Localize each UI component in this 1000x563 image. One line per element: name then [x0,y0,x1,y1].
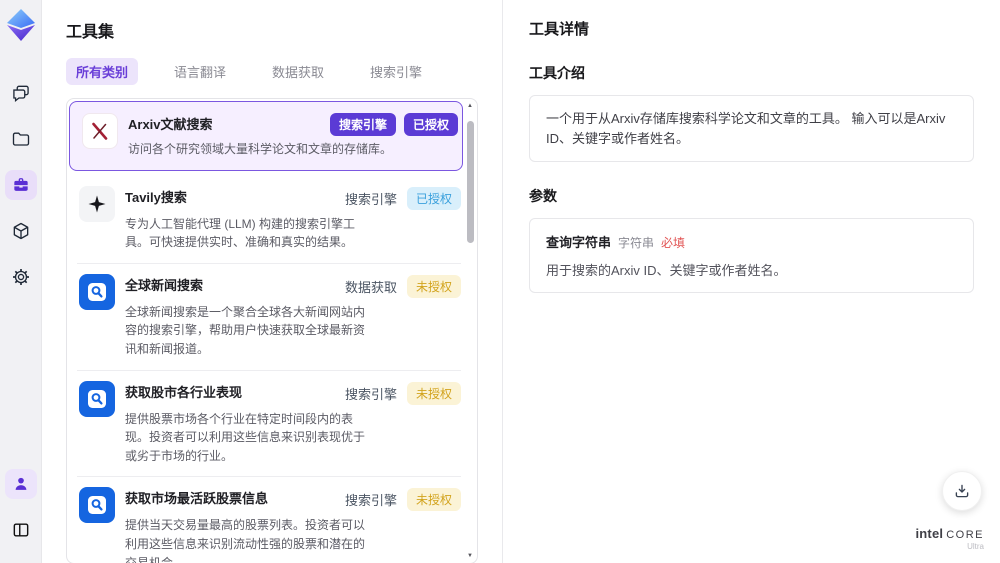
tool-description: 提供股票市场各个行业在特定时间段内的表现。投资者可以利用这些信息来识别表现优于或… [125,411,366,463]
auth-badge: 未授权 [406,274,461,298]
tool-description: 专为人工智能代理 (LLM) 构建的搜索引擎工具。可快速提供实时、准确和真实的结… [125,216,356,250]
tool-list-item-sector-performance[interactable]: 获取股市各行业表现 搜索引擎 未授权 提供股票市场各个行业在特定时间段内的表现。… [67,369,465,477]
tab-language-translation[interactable]: 语言翻译 [164,58,236,85]
tool-list-item-tavily[interactable]: Tavily搜索 搜索引擎 已授权 专为人工智能代理 (LLM) 构建的搜索引擎… [67,175,465,263]
search-tile-icon [79,380,115,417]
gear-icon[interactable] [5,262,37,292]
core-wordmark: CORE [946,529,984,541]
category-badge: 搜索引擎 [329,113,396,136]
param-name: 查询字符串 [546,235,612,250]
params-heading: 参数 [529,188,557,204]
tool-list-item-most-active-stocks[interactable]: 获取市场最活跃股票信息 搜索引擎 未授权 提供当天交易量最高的股票列表。投资者可… [67,476,465,563]
tool-list-item-global-news[interactable]: 全球新闻搜索 数据获取 未授权 全球新闻搜索是一个聚合全球各大新闻网站内容的搜索… [67,262,465,370]
tool-name: Tavily搜索 [125,189,187,205]
tab-data-fetch[interactable]: 数据获取 [262,58,334,85]
sparkle-icon [79,185,115,222]
param-box: 查询字符串 字符串 必填 用于搜索的Arxiv ID、关键字或作者姓名。 [529,218,974,293]
tool-name: Arxiv文献搜索 [128,117,213,132]
tool-description: 全球新闻搜索是一个聚合全球各大新闻网站内容的搜索引擎，帮助用户快速获取全球最新资… [125,304,366,356]
tab-search-engine[interactable]: 搜索引擎 [360,58,432,85]
details-title: 工具详情 [529,21,590,38]
category-label: 搜索引擎 [344,493,397,509]
panel-toggle-icon[interactable] [5,515,37,545]
param-description: 用于搜索的Arxiv ID、关键字或作者姓名。 [546,263,787,278]
tool-name: 获取股市各行业表现 [125,384,243,400]
tool-description: 访问各个研究领域大量科学论文和文章的存储库。 [128,142,393,156]
param-type: 字符串 [618,236,655,250]
intel-core-logo: intel CORE Ultra [915,526,984,551]
tool-name: 全球新闻搜索 [125,277,204,293]
auth-badge: 已授权 [406,186,461,210]
tools-panel: 工具集 所有类别 语言翻译 数据获取 搜索引擎 Arxiv文献搜索 搜索引擎 已… [42,0,502,563]
tool-description: 提供当天交易量最高的股票列表。投资者可以利用这些信息来识别流动性强的股票和潜在的… [125,518,366,563]
scrollbar-up-arrow[interactable]: ▲ [465,102,475,110]
folder-icon[interactable] [5,124,37,154]
intro-text: 一个用于从Arxiv存储库搜索科学论文和文章的工具。 输入可以是Arxiv ID… [546,111,946,146]
search-tile-icon [79,487,115,524]
auth-badge: 未授权 [406,488,461,512]
tool-name: 获取市场最活跃股票信息 [125,491,269,507]
left-rail [0,0,42,563]
tool-details-panel: 工具详情 工具介绍 一个用于从Arxiv存储库搜索科学论文和文章的工具。 输入可… [503,0,1000,563]
category-tabs: 所有类别 语言翻译 数据获取 搜索引擎 [66,58,478,85]
scrollbar-thumb[interactable] [467,121,474,243]
page-title: 工具集 [66,24,115,41]
user-icon[interactable] [4,469,37,499]
category-label: 搜索引擎 [344,191,397,207]
arxiv-logo-icon [82,113,118,149]
download-button[interactable] [942,471,982,511]
auth-badge: 已授权 [403,113,458,136]
category-label: 数据获取 [344,279,397,295]
tab-all-categories[interactable]: 所有类别 [66,58,139,85]
app-window: 工具集 所有类别 语言翻译 数据获取 搜索引擎 Arxiv文献搜索 搜索引擎 已… [0,0,1000,563]
tool-list: Arxiv文献搜索 搜索引擎 已授权 访问各个研究领域大量科学论文和文章的存储库… [66,98,478,563]
chat-icon[interactable] [5,78,37,108]
toolbox-icon[interactable] [4,170,37,200]
auth-badge: 未授权 [406,381,461,405]
tool-list-item-arxiv[interactable]: Arxiv文献搜索 搜索引擎 已授权 访问各个研究领域大量科学论文和文章的存储库… [69,101,463,171]
param-required-flag: 必填 [661,236,686,250]
intel-wordmark: intel [915,526,944,541]
cube-icon[interactable] [5,216,37,246]
search-tile-icon [79,273,115,310]
scrollbar-down-arrow[interactable]: ▼ [465,552,475,560]
app-logo-icon[interactable] [6,8,36,42]
intro-box: 一个用于从Arxiv存储库搜索科学论文和文章的工具。 输入可以是Arxiv ID… [529,95,974,162]
intel-sub-label: Ultra [967,542,984,551]
intro-heading: 工具介绍 [529,65,585,81]
category-label: 搜索引擎 [344,386,397,402]
